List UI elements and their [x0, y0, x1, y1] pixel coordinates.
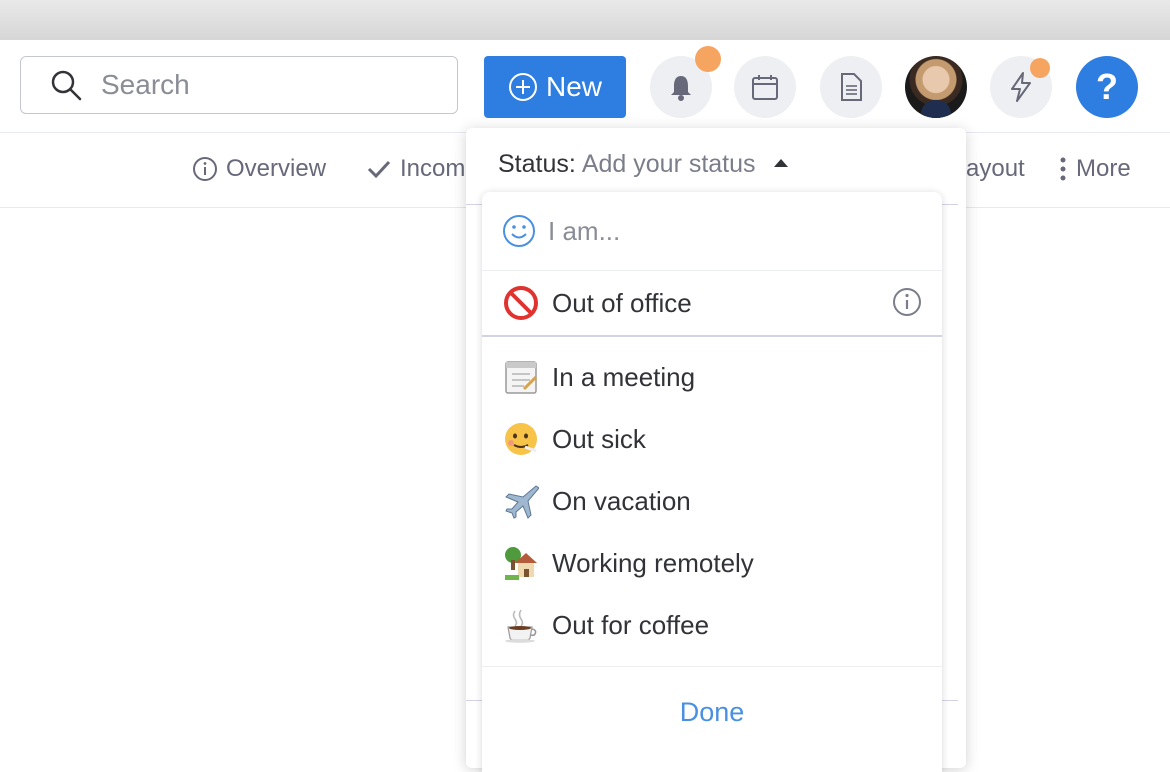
top-header: New ?: [0, 40, 1170, 133]
status-option-on-vacation[interactable]: On vacation: [482, 470, 942, 532]
search-box[interactable]: [20, 56, 458, 114]
info-icon: [193, 157, 217, 181]
status-options-card: Out of office In a meeting: [482, 192, 942, 772]
document-icon: [841, 73, 862, 101]
tab-incoming[interactable]: Incom: [366, 155, 465, 183]
new-button[interactable]: New: [484, 56, 626, 118]
documents-button[interactable]: [820, 56, 882, 118]
status-placeholder: Add your status: [581, 150, 756, 178]
done-button[interactable]: Done: [482, 682, 942, 742]
no-entry-icon: [502, 284, 540, 322]
calendar-icon: [502, 358, 540, 396]
status-option-out-sick[interactable]: Out sick: [482, 408, 942, 470]
coffee-cup-icon: [502, 606, 540, 644]
tab-incoming-label: Incom: [400, 155, 466, 182]
help-button[interactable]: ?: [1076, 56, 1138, 118]
vertical-dots-icon: [1060, 157, 1066, 181]
status-option-label: On vacation: [552, 485, 691, 516]
status-option-label: Out for coffee: [552, 609, 710, 640]
status-option-label: Working remotely: [552, 547, 754, 578]
house-with-garden-icon: [502, 544, 540, 582]
search-icon: [51, 70, 82, 101]
help-icon: ?: [1096, 66, 1118, 107]
more-label: More: [1076, 155, 1131, 182]
custom-status-row: [482, 192, 942, 271]
smiley-icon[interactable]: [502, 214, 536, 248]
tab-layout[interactable]: ayout: [966, 155, 1025, 183]
status-option-label: In a meeting: [552, 361, 696, 392]
status-option-out-of-office[interactable]: Out of office: [482, 271, 942, 337]
search-input[interactable]: [99, 68, 403, 102]
avatar-shirt: [921, 100, 951, 118]
status-option-label: Out sick: [552, 423, 646, 454]
more-button[interactable]: More: [1058, 155, 1131, 183]
check-icon: [367, 160, 391, 179]
browser-chrome-bar: [0, 0, 1170, 41]
avatar[interactable]: [905, 56, 967, 118]
tab-overview-label: Overview: [226, 155, 327, 182]
lightning-icon: [1011, 72, 1031, 102]
status-option-in-a-meeting[interactable]: In a meeting: [482, 346, 942, 408]
integrations-badge: [1030, 58, 1050, 78]
caret-up-icon: [773, 158, 788, 167]
divider: [482, 666, 942, 667]
status-option-working-remotely[interactable]: Working remotely: [482, 532, 942, 594]
calendar-icon: [752, 75, 778, 100]
notification-badge: [695, 46, 721, 72]
sick-face-icon: [502, 420, 540, 458]
status-label: Status:: [498, 150, 576, 178]
calendar-button[interactable]: [734, 56, 796, 118]
status-toggle[interactable]: Status: Add your status: [498, 150, 788, 179]
status-option-label: Out of office: [552, 287, 692, 318]
tab-overview[interactable]: Overview: [192, 155, 326, 183]
airplane-icon: [502, 482, 540, 520]
plus-circle-icon: [508, 73, 537, 101]
status-option-out-for-coffee[interactable]: Out for coffee: [482, 594, 942, 656]
tab-layout-label: ayout: [966, 155, 1025, 182]
new-button-label: New: [545, 71, 602, 102]
info-icon[interactable]: [892, 287, 922, 317]
custom-status-input[interactable]: [546, 214, 910, 248]
bell-icon: [671, 76, 691, 101]
